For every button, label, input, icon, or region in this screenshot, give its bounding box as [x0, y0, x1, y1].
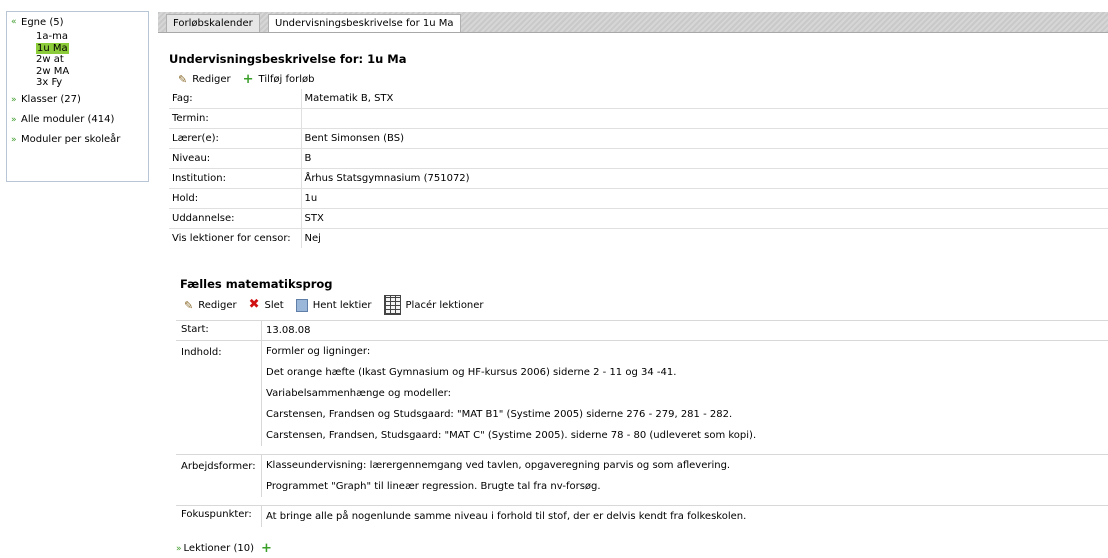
- field-value: [301, 108, 1108, 129]
- sidebar-group-label: Alle moduler (414): [21, 114, 115, 125]
- plus-icon: +: [242, 71, 254, 87]
- field-value: Nej: [301, 228, 1108, 248]
- arbejdsformer-key: Arbejdsformer:: [176, 455, 262, 497]
- description-row: Uddannelse: STX: [169, 208, 1108, 229]
- text-line: Det orange hæfte (Ikast Gymnasium og HF-…: [266, 367, 677, 378]
- delete-button[interactable]: ✖ Slet: [248, 297, 284, 312]
- fetch-homework-button[interactable]: Hent lektier: [295, 298, 372, 312]
- description-row: Fag: Matematik B, STX: [169, 89, 1108, 109]
- field-label: Fag:: [169, 89, 302, 109]
- plus-icon[interactable]: +: [261, 542, 272, 555]
- page-title: Undervisningsbeskrivelse for: 1u Ma: [169, 52, 407, 66]
- delete-icon: ✖: [248, 297, 260, 312]
- start-key: Start:: [176, 321, 262, 340]
- indhold-row: Indhold: Formler og ligninger: Det orange…: [176, 340, 1108, 446]
- text-line: Variabelsammenhænge og modeller:: [266, 388, 451, 399]
- delete-label: Slet: [264, 299, 284, 311]
- main-content: Undervisningsbeskrivelse for: 1u Ma ✎ Re…: [158, 33, 1108, 558]
- text-line: Formler og ligninger:: [266, 346, 371, 357]
- tab-forloebskalender[interactable]: Forløbskalender: [166, 14, 260, 32]
- field-value: Matematik B, STX: [304, 93, 394, 104]
- lektioner-label: Lektioner (10): [183, 543, 254, 554]
- sidebar-group-egne[interactable]: « Egne (5): [11, 15, 148, 29]
- description-row: Institution: Århus Statsgymnasium (751072…: [169, 168, 1108, 189]
- field-label: Hold:: [169, 188, 302, 209]
- pencil-icon: ✎: [184, 298, 194, 312]
- sidebar-item-2w-ma[interactable]: 2w MA: [36, 66, 148, 78]
- main-toolbar: ✎ Rediger + Tilføj forløb: [178, 71, 326, 87]
- sidebar-group-label: Klasser (27): [21, 94, 81, 105]
- sidebar-item-2w-at[interactable]: 2w at: [36, 54, 148, 66]
- arbejdsformer-row: Arbejdsformer: Klasseundervisning: lærer…: [176, 454, 1108, 497]
- place-lessons-button[interactable]: Placér lektioner: [383, 295, 484, 315]
- sidebar-group-klasser[interactable]: » Klasser (27): [11, 93, 148, 107]
- text-line: Carstensen, Frandsen, Studsgaard: "MAT C…: [266, 430, 757, 441]
- sidebar-item-3x-fy[interactable]: 3x Fy: [36, 77, 148, 89]
- place-label: Placér lektioner: [405, 299, 484, 311]
- fokus-list: At bringe alle på nogenlunde samme nivea…: [262, 506, 746, 527]
- tab-undervisningsbeskrivelse[interactable]: Undervisningsbeskrivelse for 1u Ma: [268, 14, 461, 32]
- sidebar-group-alle-moduler[interactable]: » Alle moduler (414): [11, 113, 148, 127]
- edit-button[interactable]: ✎ Rediger: [178, 73, 231, 86]
- fokus-key: Fokuspunkter:: [176, 506, 262, 527]
- description-row: Termin:: [169, 108, 1108, 129]
- description-table: Fag: Matematik B, STX Termin: Lærer(e): Bent…: [169, 89, 1108, 248]
- fetch-label: Hent lektier: [312, 299, 372, 311]
- text-line: At bringe alle på nogenlunde samme nivea…: [266, 511, 747, 522]
- tab-bar: Forløbskalender Undervisningsbeskrivelse…: [158, 12, 1108, 33]
- field-value: STX: [301, 208, 1108, 229]
- field-label: Vis lektioner for censor:: [169, 228, 302, 248]
- sidebar-item-1u-ma[interactable]: 1u Ma: [36, 42, 148, 55]
- sidebar-group-moduler-per-skoleaar[interactable]: » Moduler per skoleår: [11, 133, 148, 147]
- field-value: Århus Statsgymnasium (751072): [301, 168, 1108, 189]
- field-label: Institution:: [169, 168, 302, 189]
- description-row: Lærer(e): Bent Simonsen (BS): [169, 128, 1108, 149]
- add-label: Tilføj forløb: [258, 74, 315, 85]
- pencil-icon: ✎: [178, 73, 188, 86]
- field-value: 1u: [301, 188, 1108, 209]
- course-table: Start: 13.08.08 Indhold: Formler og lign…: [176, 320, 1108, 527]
- sidebar-group-label: Egne (5): [21, 16, 64, 28]
- fokus-row: Fokuspunkter: At bringe alle på nogenlun…: [176, 505, 1108, 527]
- chevron-down-icon: »: [11, 114, 17, 125]
- text-line: Programmet "Graph" til lineær regression…: [266, 481, 601, 492]
- start-row: Start: 13.08.08: [176, 320, 1108, 340]
- text-line: Klasseundervisning: lærergennemgang ved …: [266, 460, 731, 471]
- document-icon: [295, 298, 308, 312]
- field-label: Termin:: [169, 108, 302, 129]
- text-line: Carstensen, Frandsen og Studsgaard: "MAT…: [266, 409, 733, 420]
- field-value: B: [301, 148, 1108, 169]
- chevron-up-icon: «: [11, 17, 17, 27]
- grid-icon: [383, 295, 401, 315]
- egne-list: 1a-ma 1u Ma 2w at 2w MA 3x Fy: [11, 31, 148, 89]
- chevron-down-icon: »: [11, 94, 17, 105]
- arbejdsformer-list: Klasseundervisning: lærergennemgang ved …: [262, 455, 730, 497]
- description-row: Vis lektioner for censor: Nej: [169, 228, 1108, 248]
- field-label: Uddannelse:: [169, 208, 302, 229]
- course-edit-button[interactable]: ✎ Rediger: [184, 299, 237, 312]
- description-row: Hold: 1u: [169, 188, 1108, 209]
- course-toolbar: ✎ Rediger ✖ Slet Hent lektier Placér lek…: [184, 295, 496, 315]
- field-value: Bent Simonsen (BS): [301, 128, 1108, 149]
- sidebar-item-1a-ma[interactable]: 1a-ma: [36, 31, 148, 43]
- chevron-down-icon: »: [11, 134, 17, 145]
- field-label: Niveau:: [169, 148, 302, 169]
- sidebar-group-label: Moduler per skoleår: [21, 134, 121, 145]
- sidebar: « Egne (5) 1a-ma 1u Ma 2w at 2w MA 3x Fy…: [6, 11, 149, 182]
- start-value: 13.08.08: [266, 325, 311, 336]
- add-forloeb-button[interactable]: + Tilføj forløb: [242, 71, 315, 87]
- field-label: Lærer(e):: [169, 128, 302, 149]
- course-title: Fælles matematiksprog: [180, 277, 333, 291]
- description-row: Niveau: B: [169, 148, 1108, 169]
- edit-label: Rediger: [198, 299, 237, 311]
- edit-label: Rediger: [192, 74, 231, 85]
- lektioner-toggle[interactable]: » Lektioner (10) +: [176, 542, 272, 555]
- indhold-list: Formler og ligninger: Det orange hæfte (I…: [262, 341, 756, 446]
- chevron-down-icon: »: [176, 543, 182, 554]
- indhold-key: Indhold:: [176, 341, 262, 446]
